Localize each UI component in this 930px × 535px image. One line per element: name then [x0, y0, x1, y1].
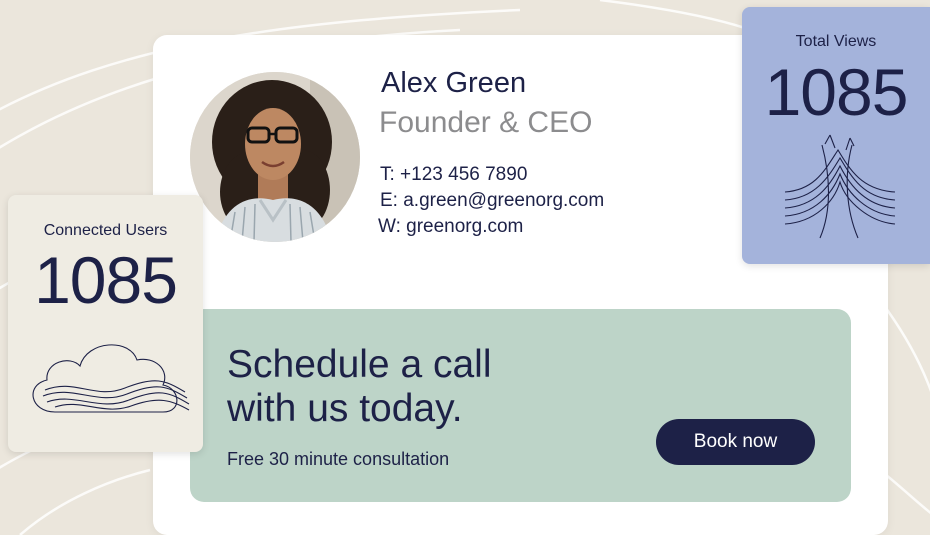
- total-views-tile: Total Views 1085: [742, 7, 930, 264]
- book-now-button[interactable]: Book now: [656, 419, 815, 465]
- contact-phone[interactable]: T: +123 456 7890: [380, 163, 527, 187]
- cta-subtext: Free 30 minute consultation: [227, 449, 450, 469]
- cta-heading-line2: with us today.: [227, 387, 463, 430]
- total-views-label: Total Views: [795, 33, 877, 50]
- profile-role: Founder & CEO: [379, 106, 593, 139]
- connected-users-value: 1085: [34, 243, 178, 317]
- connected-users-tile: Connected Users 1085: [8, 195, 203, 452]
- portrait-illustration: [190, 72, 360, 242]
- profile-avatar: [190, 72, 360, 242]
- total-views-value: 1085: [764, 55, 909, 129]
- profile-name: Alex Green: [381, 67, 527, 99]
- cta-heading: Schedule a call with us today.: [227, 343, 647, 431]
- contact-website[interactable]: W: greenorg.com: [378, 215, 523, 239]
- cta-heading-line1: Schedule a call: [227, 343, 492, 386]
- connected-users-label: Connected Users: [43, 222, 168, 239]
- flow-lines-icon: [784, 134, 896, 239]
- contact-email[interactable]: E: a.green@greenorg.com: [380, 189, 604, 213]
- cloud-waves-icon: [32, 344, 190, 413]
